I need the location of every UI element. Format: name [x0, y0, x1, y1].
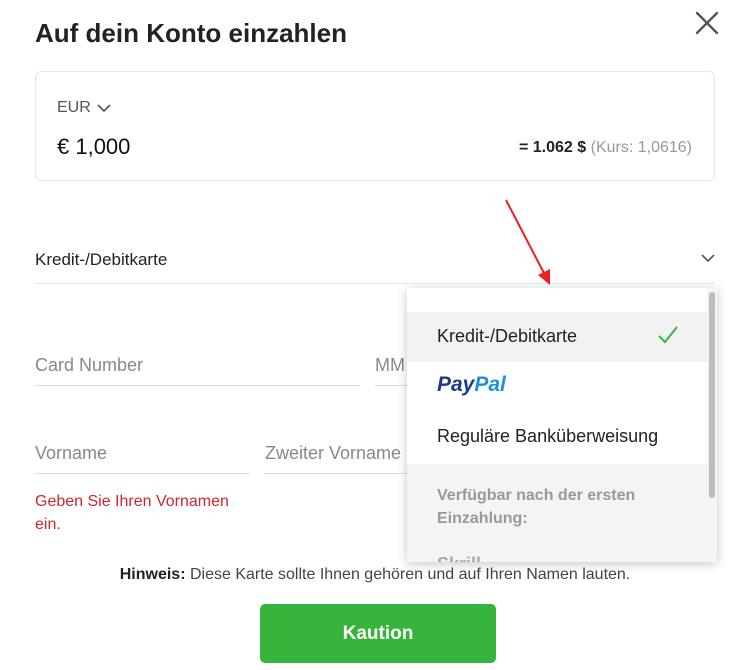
- dropdown-option-bank-transfer[interactable]: Reguläre Banküberweisung: [407, 412, 707, 462]
- card-number-field: [35, 346, 360, 386]
- checkmark-icon: [658, 326, 678, 344]
- chevron-down-icon: [97, 103, 111, 112]
- deposit-submit-button[interactable]: Kaution: [260, 604, 496, 663]
- middle-name-field: [265, 434, 415, 474]
- card-number-input[interactable]: [35, 346, 360, 385]
- paypal-logo: PayPal: [437, 373, 506, 397]
- converted-amount: = 1.062 $: [518, 139, 587, 156]
- amount-input[interactable]: € 1,000: [57, 134, 130, 160]
- dialog-title: Auf dein Konto einzahlen: [35, 18, 347, 48]
- close-button[interactable]: [692, 8, 722, 38]
- dropdown-option-credit-card[interactable]: Kredit-/Debitkarte: [407, 312, 707, 362]
- dropdown-option-paypal[interactable]: PayPal: [407, 362, 707, 412]
- payment-method-select[interactable]: Kredit-/Debitkarte: [35, 236, 715, 284]
- dropdown-section-later: Verfügbar nach der ersten Einzahlung: Sk…: [407, 464, 707, 562]
- dropdown-option-skrill: Skrill: [437, 554, 481, 562]
- notice-text: Diese Karte sollte Ihnen gehören und auf…: [185, 566, 631, 583]
- option-label: Kredit-/Debitkarte: [437, 326, 578, 346]
- first-name-error: Geben Sie Ihren Vornamen ein.: [35, 493, 229, 533]
- scrollbar-thumb[interactable]: [709, 292, 715, 498]
- option-label: Reguläre Banküberweisung: [437, 426, 659, 446]
- first-name-input[interactable]: [35, 434, 250, 473]
- conversion-readout: = 1.062 $ (Kurs: 1,0616): [519, 139, 692, 157]
- currency-label: EUR: [57, 99, 91, 116]
- notice-label: Hinweis:: [119, 566, 186, 583]
- section-label: Verfügbar nach der ersten Einzahlung:: [437, 487, 636, 527]
- first-name-field: [35, 434, 250, 474]
- paypal-logo-pay: Pay: [437, 373, 475, 396]
- exchange-rate: (Kurs: 1,0616): [590, 139, 692, 156]
- amount-box: EUR € 1,000 = 1.062 $ (Kurs: 1,0616): [35, 71, 715, 181]
- chevron-down-icon: [701, 254, 715, 263]
- card-ownership-notice: Hinweis: Diese Karte sollte Ihnen gehöre…: [0, 566, 750, 584]
- dropdown-scrollbar[interactable]: [707, 288, 717, 562]
- close-icon: [695, 11, 719, 35]
- paypal-logo-pal: Pal: [474, 373, 506, 396]
- payment-method-label: Kredit-/Debitkarte: [35, 250, 168, 269]
- currency-select[interactable]: EUR: [57, 99, 111, 117]
- middle-name-input[interactable]: [265, 434, 415, 473]
- payment-method-dropdown: Kredit-/Debitkarte PayPal Reguläre Bankü…: [407, 288, 717, 562]
